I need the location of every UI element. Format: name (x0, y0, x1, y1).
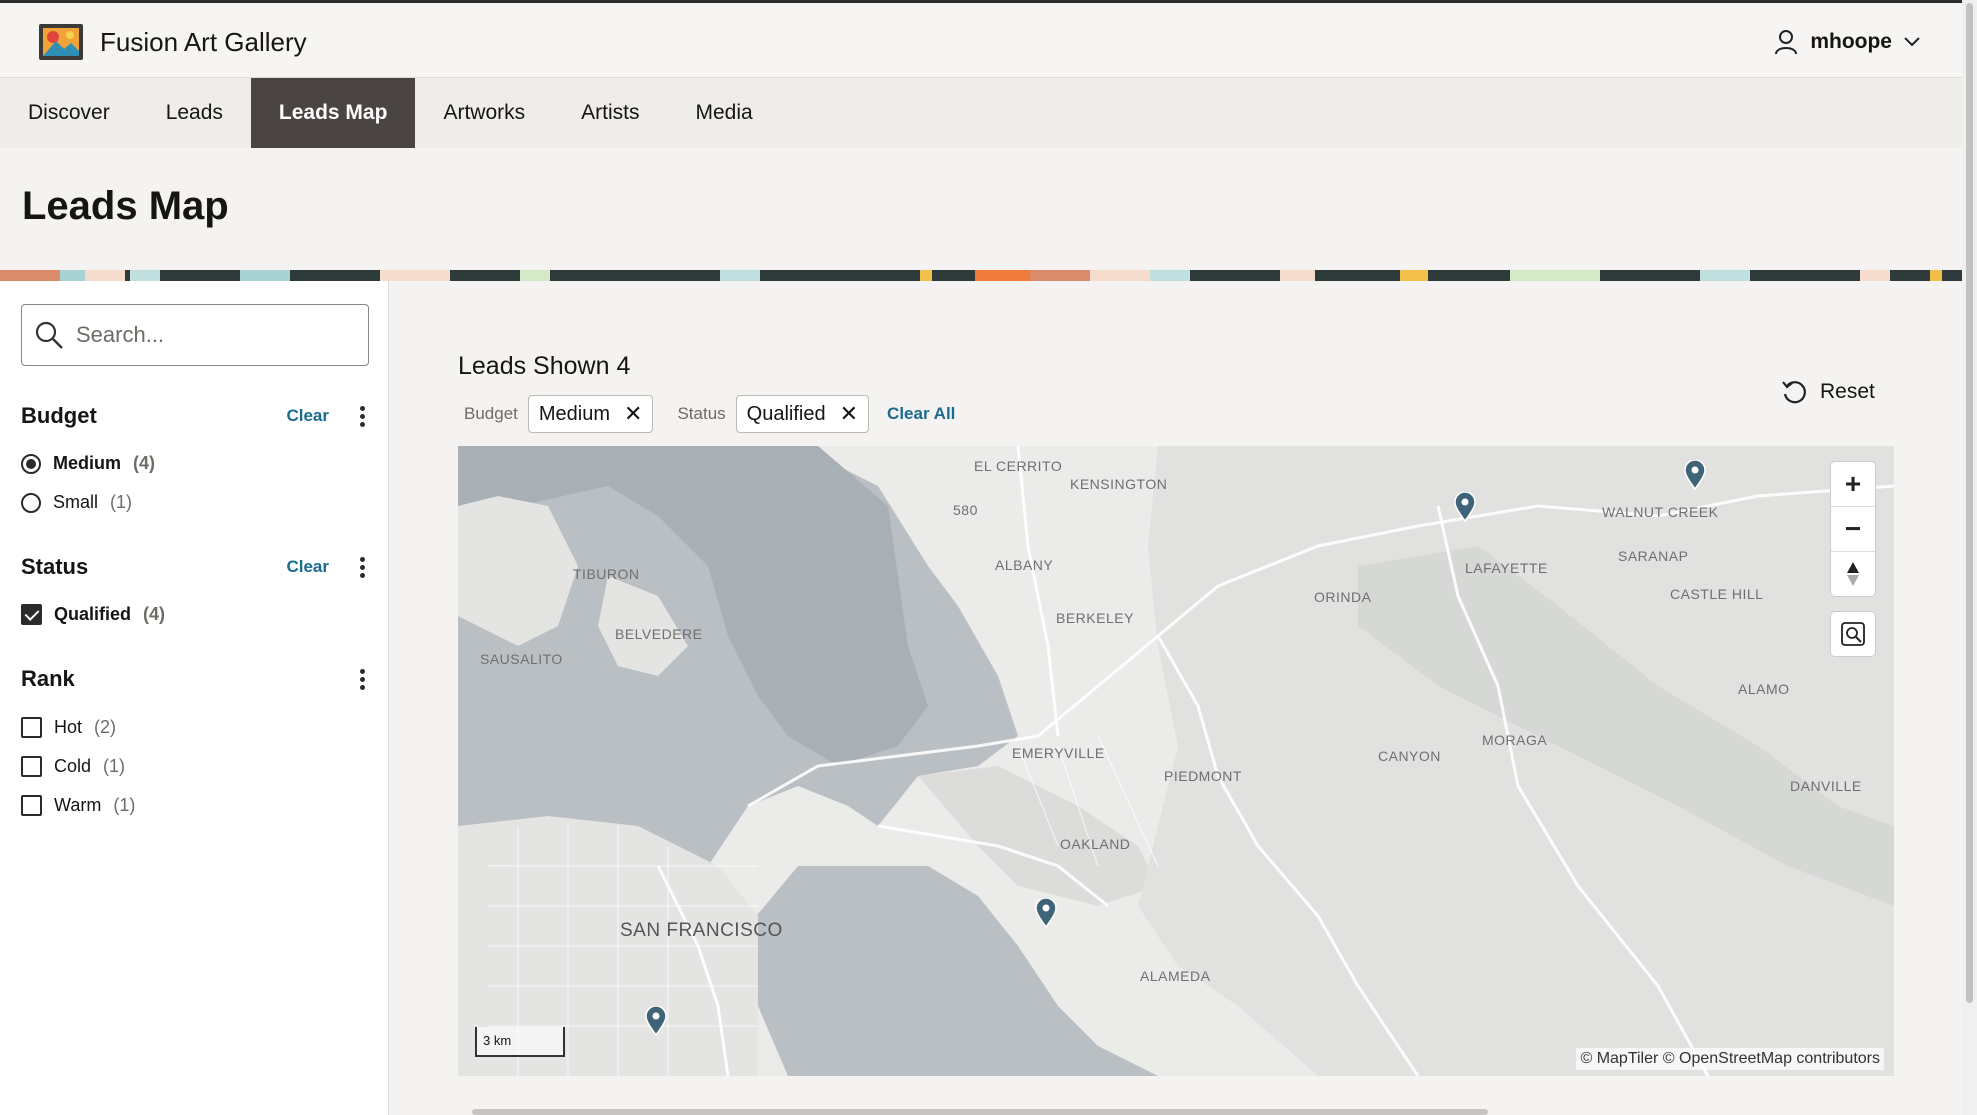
filter-chip-status: Qualified ✕ (735, 395, 870, 433)
map-label-emeryville: EMERYVILLE (1012, 745, 1105, 761)
budget-option-small[interactable]: Small (1) (21, 492, 132, 513)
vertical-scrollbar[interactable] (1962, 0, 1977, 1115)
zoom-out-icon[interactable]: − (1831, 507, 1875, 552)
map-attribution: © MapTiler © OpenStreetMap contributors (1576, 1048, 1884, 1070)
map-label-oakland: OAKLAND (1060, 836, 1131, 852)
search-box[interactable] (21, 304, 369, 366)
map-label-tiburon: TIBURON (573, 566, 640, 582)
map-label-el-cerrito: EL CERRITO (974, 458, 1063, 474)
filter-label-budget: Budget (464, 404, 518, 423)
status-clear-button[interactable]: Clear (286, 557, 329, 577)
chevron-down-icon (1904, 37, 1920, 47)
tab-artists[interactable]: Artists (553, 78, 667, 148)
map-label-san-francisco: SAN FRANCISCO (620, 920, 783, 941)
map-label-danville: DANVILLE (1790, 778, 1862, 794)
filter-chip-budget: Medium ✕ (527, 395, 654, 433)
reset-icon (1782, 381, 1806, 404)
rank-option-cold[interactable]: Cold (1) (21, 756, 125, 777)
map-label-orinda: ORINDA (1314, 589, 1372, 605)
map-label-walnut-creek: WALNUT CREEK (1602, 504, 1719, 520)
page-title: Leads Map (22, 184, 229, 228)
user-menu[interactable]: mhoope (1774, 29, 1920, 55)
map-label-berkeley: BERKELEY (1056, 610, 1134, 626)
active-filters: Budget Medium ✕ Status Qualified ✕ Clear… (458, 394, 955, 434)
map-scale: 3 km (475, 1027, 565, 1057)
checkbox-icon[interactable] (21, 717, 42, 738)
checkbox-checked-icon[interactable] (21, 604, 42, 625)
status-option-qualified[interactable]: Qualified (4) (21, 604, 165, 625)
budget-option-medium[interactable]: Medium (4) (21, 453, 155, 474)
map-search-control (1831, 612, 1875, 656)
lead-marker-icon[interactable] (644, 1006, 668, 1036)
tab-artworks[interactable]: Artworks (415, 78, 553, 148)
status-title: Status (21, 554, 89, 579)
map-label-alameda: ALAMEDA (1140, 968, 1211, 984)
close-icon[interactable]: ✕ (624, 403, 642, 425)
tab-media[interactable]: Media (667, 78, 780, 148)
app-header: Fusion Art Gallery mhoope (0, 0, 1962, 78)
map-label-lafayette: LAFAYETTE (1465, 560, 1548, 576)
tab-leads-map[interactable]: Leads Map (250, 78, 416, 148)
user-name: mhoope (1810, 30, 1892, 53)
rank-title: Rank (21, 666, 75, 691)
map-label-moraga: MORAGA (1482, 732, 1548, 748)
checkbox-icon[interactable] (21, 795, 42, 816)
rank-option-hot[interactable]: Hot (2) (21, 717, 116, 738)
radio-icon[interactable] (21, 492, 41, 513)
rank-more-icon[interactable] (353, 668, 371, 690)
checkbox-icon[interactable] (21, 756, 42, 777)
map-label-road-580: 580 (953, 502, 978, 518)
lead-marker-icon[interactable] (1683, 460, 1707, 490)
leads-count: Leads Shown 4 (458, 352, 631, 380)
tab-discover[interactable]: Discover (0, 78, 138, 148)
scrollbar-thumb[interactable] (1966, 3, 1973, 1003)
rank-option-warm[interactable]: Warm (1) (21, 795, 135, 816)
status-more-icon[interactable] (353, 556, 371, 578)
map-label-canyon: CANYON (1378, 748, 1441, 764)
lead-marker-icon[interactable] (1453, 492, 1477, 522)
map-label-kensington: KENSINGTON (1070, 476, 1168, 492)
budget-clear-button[interactable]: Clear (286, 406, 329, 426)
filter-label-status: Status (677, 404, 726, 423)
tab-leads[interactable]: Leads (138, 78, 251, 148)
main-nav: Discover Leads Leads Map Artworks Artist… (0, 78, 1962, 148)
map-label-belvedere: BELVEDERE (615, 626, 703, 642)
map-label-castle-hill: CASTLE HILL (1670, 586, 1764, 602)
budget-title: Budget (21, 403, 97, 428)
search-icon (35, 321, 63, 349)
compass-icon[interactable] (1831, 552, 1875, 596)
search-input[interactable] (74, 321, 348, 349)
map-label-alamo: ALAMO (1738, 681, 1790, 697)
map-label-sausalito: SAUSALITO (480, 651, 563, 667)
horizontal-scrollbar[interactable] (472, 1109, 1488, 1115)
app-title: Fusion Art Gallery (100, 27, 307, 57)
filter-sidebar: Budget Clear Medium (4) Small (1) Status… (0, 281, 389, 1115)
leads-map[interactable]: EL CERRITO KENSINGTON 580 WALNUT CREEK T… (458, 446, 1894, 1076)
clear-all-button[interactable]: Clear All (887, 404, 955, 424)
budget-facet-header: Budget Clear (21, 401, 371, 431)
map-label-albany: ALBANY (995, 557, 1054, 573)
zoom-to-area-icon[interactable] (1831, 612, 1875, 656)
zoom-controls: + − (1831, 462, 1875, 596)
decorative-banner (0, 270, 1962, 281)
user-icon (1775, 30, 1798, 55)
radio-selected-icon[interactable] (21, 453, 41, 474)
status-facet-header: Status Clear (21, 552, 371, 582)
zoom-in-icon[interactable]: + (1831, 462, 1875, 507)
budget-more-icon[interactable] (353, 405, 371, 427)
gallery-logo-icon (39, 24, 83, 60)
lead-marker-icon[interactable] (1034, 898, 1058, 928)
close-icon[interactable]: ✕ (840, 403, 858, 425)
map-label-piedmont: PIEDMONT (1164, 768, 1242, 784)
reset-button[interactable]: Reset (1780, 378, 1875, 406)
map-label-saranap: SARANAP (1618, 548, 1689, 564)
rank-facet-header: Rank (21, 664, 371, 694)
